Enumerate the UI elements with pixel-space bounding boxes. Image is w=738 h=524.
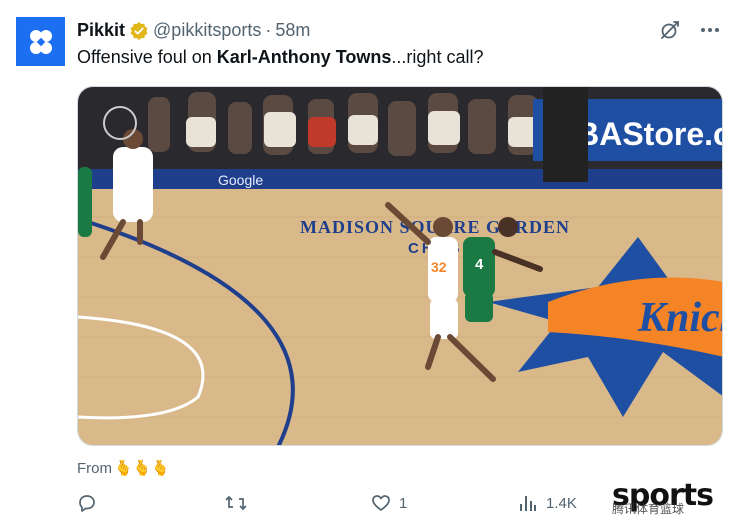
retweet-button[interactable]	[224, 493, 256, 513]
separator-dot: ·	[265, 20, 272, 40]
from-label: From	[77, 459, 112, 477]
display-name[interactable]: Pikkit	[77, 20, 125, 41]
user-handle[interactable]: @pikkitsports	[153, 20, 261, 41]
more-options-icon[interactable]	[698, 18, 722, 42]
header-actions	[658, 18, 722, 42]
heart-icon	[372, 495, 390, 511]
clover-logo-icon	[29, 29, 52, 54]
tweet-text-after: ...right call?	[391, 47, 484, 67]
views-bar-chart-icon	[520, 496, 536, 511]
timestamp[interactable]: 58m	[275, 20, 310, 41]
reply-button[interactable]	[77, 493, 105, 513]
knicks-jersey-number: 32	[431, 259, 447, 275]
tweet-text-before: Offensive foul on	[77, 47, 217, 67]
avatar[interactable]	[16, 17, 65, 66]
reply-icon	[79, 495, 95, 512]
grok-icon[interactable]	[658, 18, 682, 42]
like-button[interactable]: 1	[371, 493, 407, 513]
knicks-logo-text: Knicks	[637, 295, 723, 341]
like-count: 1	[399, 494, 408, 512]
basketball-court-image: NBAStore.com Google MADISON SQUARE GARDE…	[78, 87, 723, 445]
tweet: Pikkit @pikkitsports · 58m Offensive fou…	[0, 0, 738, 524]
tweet-text: Offensive foul on Karl-Anthony Towns...r…	[77, 47, 483, 68]
watermark-subtitle: 腾讯体育篮球	[612, 502, 685, 516]
views-count: 1.4K	[546, 494, 577, 512]
verified-badge-icon	[129, 21, 149, 41]
ribbon-board-text: Google	[218, 172, 263, 188]
tweet-media[interactable]: NBAStore.com Google MADISON SQUARE GARDE…	[77, 86, 723, 446]
from-line: From 🫰🫰🫰	[77, 459, 171, 478]
from-emoji: 🫰🫰🫰	[114, 460, 171, 477]
tweet-text-mention: Karl-Anthony Towns	[216, 47, 392, 67]
views-button[interactable]: 1.4K	[518, 493, 577, 513]
celtics-jersey-number: 4	[475, 256, 484, 273]
retweet-icon	[225, 495, 247, 511]
tweet-header: Pikkit @pikkitsports · 58m	[77, 20, 310, 41]
